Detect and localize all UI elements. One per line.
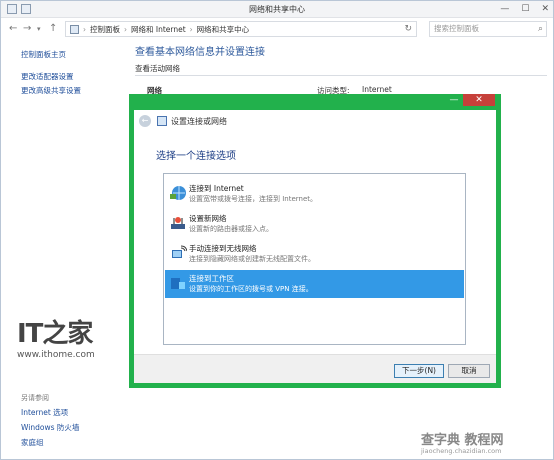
dialog-close-button[interactable]: ✕ <box>463 94 495 106</box>
option-title: 连接到工作区 <box>189 274 234 283</box>
control-panel-icon <box>70 24 79 34</box>
option-desc: 设置新的路由器或接入点。 <box>189 225 273 233</box>
address-bar-row: ← → ▾ ↑ › 控制面板 › 网络和 Internet › 网络和共享中心 … <box>1 18 553 40</box>
next-button[interactable]: 下一步(N) <box>394 364 444 378</box>
sidebar-link-adapter[interactable]: 更改适配器设置 <box>21 71 74 82</box>
divider <box>135 75 547 76</box>
dialog-titlebar: — ✕ <box>129 94 501 108</box>
option-title: 手动连接到无线网络 <box>189 244 257 253</box>
refresh-icon[interactable]: ↻ <box>404 24 412 34</box>
sidebar-link-homegroup[interactable]: 家庭组 <box>21 437 44 448</box>
dialog-heading: 选择一个连接选项 <box>156 151 236 162</box>
chevron-right-icon: › <box>83 24 86 34</box>
up-arrow-icon[interactable]: ↑ <box>49 23 57 34</box>
option-manual-wireless[interactable]: 手动连接到无线网络 连接到隐藏网络或创建新无线配置文件。 <box>165 240 464 268</box>
ithome-logo: IT之家 <box>17 319 93 349</box>
search-placeholder: 搜索控制面板 <box>434 24 479 33</box>
sidebar: 控制面板主页 更改适配器设置 更改高级共享设置 另请参阅 Internet 选项… <box>1 41 119 459</box>
forward-arrow-icon[interactable]: → <box>23 23 31 34</box>
globe-icon <box>170 186 186 200</box>
dialog-footer: 下一步(N) 取消 <box>134 354 496 383</box>
workplace-icon <box>171 278 185 289</box>
network-setup-icon <box>157 116 167 126</box>
minimize-button[interactable]: — <box>500 4 509 14</box>
setup-connection-dialog: — ✕ ← 设置连接或网络 选择一个连接选项 连接到 Internet 设置宽带… <box>129 94 501 388</box>
wireless-computer-icon <box>172 245 187 258</box>
ithome-url: www.ithome.com <box>17 350 95 360</box>
window-titlebar: 网络和共享中心 — ☐ ✕ <box>1 1 553 18</box>
option-connect-workplace[interactable]: 连接到工作区 设置到你的工作区的拨号或 VPN 连接。 <box>165 270 464 298</box>
window-controls: — ☐ ✕ <box>500 4 549 14</box>
dialog-body: ← 设置连接或网络 选择一个连接选项 连接到 Internet 设置宽带或拨号连… <box>134 110 496 383</box>
router-icon <box>171 217 185 229</box>
breadcrumb-network-internet[interactable]: 网络和 Internet <box>131 24 186 35</box>
chevron-right-icon: › <box>189 24 193 34</box>
option-desc: 连接到隐藏网络或创建新无线配置文件。 <box>189 255 315 263</box>
window-title: 网络和共享中心 <box>249 5 305 14</box>
option-new-network[interactable]: 设置新网络 设置新的路由器或接入点。 <box>165 210 464 238</box>
address-bar[interactable]: › 控制面板 › 网络和 Internet › 网络和共享中心 ↻ <box>65 21 417 37</box>
site-url-watermark: jiaocheng.chazidian.com <box>421 447 502 455</box>
back-arrow-icon[interactable]: ← <box>9 23 17 34</box>
sidebar-link-internet-options[interactable]: Internet 选项 <box>21 407 68 418</box>
breadcrumb-control-panel[interactable]: 控制面板 <box>90 24 120 35</box>
dialog-title: 设置连接或网络 <box>171 117 227 126</box>
sidebar-link-home[interactable]: 控制面板主页 <box>21 49 66 60</box>
chevron-right-icon: › <box>124 24 127 34</box>
connection-options-list: 连接到 Internet 设置宽带或拨号连接，连接到 Internet。 设置新… <box>163 173 466 345</box>
option-desc: 设置到你的工作区的拨号或 VPN 连接。 <box>189 285 313 293</box>
dialog-minimize-button[interactable]: — <box>447 95 461 106</box>
sidebar-link-sharing[interactable]: 更改高级共享设置 <box>21 85 81 96</box>
sidebar-link-firewall[interactable]: Windows 防火墙 <box>21 422 79 433</box>
page-title: 查看基本网络信息并设置连接 <box>135 47 265 58</box>
dialog-back-icon[interactable]: ← <box>139 115 151 127</box>
breadcrumb-sharing-center[interactable]: 网络和共享中心 <box>197 24 250 35</box>
access-type-value: Internet <box>362 85 392 94</box>
site-watermark: 查字典 教程网 <box>421 433 504 448</box>
option-desc: 设置宽带或拨号连接，连接到 Internet。 <box>189 195 318 203</box>
dialog-header: ← 设置连接或网络 <box>134 110 496 132</box>
recent-dropdown-icon[interactable]: ▾ <box>37 25 41 33</box>
see-also-heading: 另请参阅 <box>21 394 49 402</box>
cancel-button[interactable]: 取消 <box>448 364 490 378</box>
search-input[interactable]: 搜索控制面板 ⌕ <box>429 21 547 37</box>
option-title: 设置新网络 <box>189 214 227 223</box>
search-icon[interactable]: ⌕ <box>538 22 543 36</box>
maximize-button[interactable]: ☐ <box>521 4 529 14</box>
close-button[interactable]: ✕ <box>541 4 549 14</box>
option-connect-internet[interactable]: 连接到 Internet 设置宽带或拨号连接，连接到 Internet。 <box>165 180 464 208</box>
option-title: 连接到 Internet <box>189 184 244 193</box>
active-networks-label: 查看活动网络 <box>135 64 180 73</box>
